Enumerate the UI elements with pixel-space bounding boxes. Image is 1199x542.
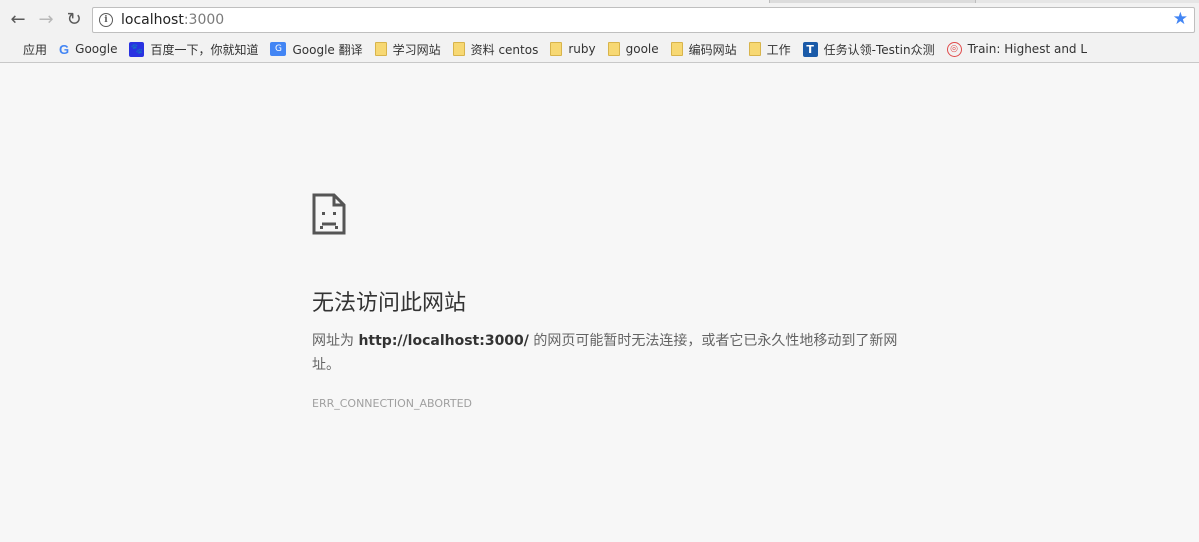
testin-icon: T — [802, 41, 818, 57]
bookmark-folder-ruby[interactable]: ruby — [550, 38, 596, 60]
sad-page-icon — [312, 193, 346, 235]
bookmark-testin[interactable]: T 任务认领-Testin众测 — [802, 38, 935, 60]
bookmark-google-translate[interactable]: G Google 翻译 — [270, 38, 363, 60]
folder-icon — [607, 42, 620, 56]
bookmarks-bar: 应用 G Google 🐾 百度一下，你就知道 G Google 翻译 学习网站… — [0, 36, 1199, 62]
translate-icon: G — [270, 42, 287, 56]
bookmark-label: 百度一下，你就知道 — [150, 42, 259, 57]
bookmark-apps[interactable]: 应用 — [4, 38, 47, 60]
reload-button[interactable]: ↻ — [60, 6, 88, 34]
bookmark-label: 资料 centos — [470, 42, 539, 57]
url-port: :3000 — [183, 11, 225, 28]
error-desc-prefix: 网址为 — [312, 333, 359, 349]
bookmark-folder-goole[interactable]: goole — [607, 38, 659, 60]
bookmark-label: 应用 — [23, 42, 48, 57]
folder-icon — [452, 42, 465, 56]
error-description: 网址为 http://localhost:3000/ 的网页可能暂时无法连接，或… — [312, 329, 922, 377]
forward-button[interactable]: → — [32, 6, 60, 34]
bookmark-label: 学习网站 — [392, 42, 441, 57]
bookmark-label: 工作 — [766, 42, 791, 57]
bookmark-folder-work[interactable]: 工作 — [748, 38, 791, 60]
train-icon: ◎ — [946, 41, 962, 57]
folder-icon — [550, 42, 563, 56]
reload-icon: ↻ — [66, 9, 82, 30]
bookmark-train[interactable]: ◎ Train: Highest and L — [946, 38, 1088, 60]
bookmark-google[interactable]: G Google — [59, 38, 117, 60]
tab-strip — [0, 0, 1199, 3]
bookmark-star-icon[interactable]: ★ — [1173, 11, 1188, 28]
error-desc-url: http://localhost:3000/ — [358, 333, 529, 349]
bookmark-label: 任务认领-Testin众测 — [823, 42, 935, 57]
address-bar[interactable]: i localhost:3000 ★ — [92, 6, 1195, 33]
info-icon[interactable]: i — [99, 12, 113, 27]
forward-arrow-icon: → — [38, 9, 54, 30]
bookmark-baidu[interactable]: 🐾 百度一下，你就知道 — [129, 38, 258, 60]
bookmark-label: Google — [75, 42, 118, 56]
bookmark-label: 编码网站 — [688, 42, 737, 57]
back-arrow-icon: ← — [10, 9, 26, 30]
browser-chrome: ← → ↻ i localhost:3000 ★ 应用 G Google 🐾 百… — [0, 0, 1199, 63]
url-host: localhost — [121, 11, 184, 28]
bookmark-folder-coding[interactable]: 编码网站 — [670, 38, 737, 60]
bookmark-folder-study[interactable]: 学习网站 — [374, 38, 441, 60]
folder-icon — [748, 42, 761, 56]
apps-icon — [4, 43, 17, 56]
toolbar: ← → ↻ i localhost:3000 ★ — [0, 3, 1199, 36]
bookmark-label: Google 翻译 — [292, 42, 363, 57]
error-page: 无法访问此网站 网址为 http://localhost:3000/ 的网页可能… — [0, 63, 1199, 542]
folder-icon — [670, 42, 683, 56]
bookmark-label: Train: Highest and L — [967, 42, 1088, 56]
google-icon: G — [59, 41, 70, 57]
error-title: 无法访问此网站 — [312, 291, 467, 316]
inactive-tab[interactable] — [975, 0, 1199, 3]
baidu-icon: 🐾 — [129, 41, 145, 57]
folder-icon — [374, 42, 387, 56]
bookmark-label: ruby — [568, 42, 596, 56]
bookmark-folder-centos[interactable]: 资料 centos — [452, 38, 539, 60]
error-code: ERR_CONNECTION_ABORTED — [312, 397, 473, 410]
back-button[interactable]: ← — [4, 6, 32, 34]
active-tab[interactable] — [0, 0, 770, 3]
bookmark-label: goole — [625, 42, 659, 56]
